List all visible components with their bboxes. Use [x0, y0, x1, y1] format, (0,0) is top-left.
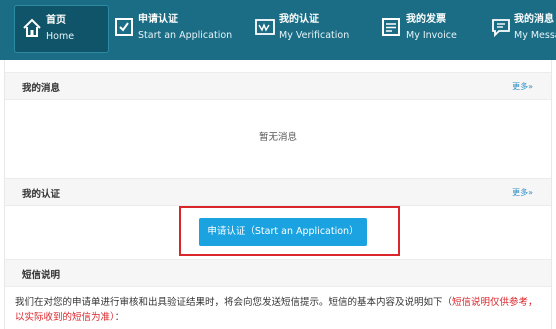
top-navigation: 首页 Home 申请认证 Start an Application 我的认证 M… — [0, 0, 556, 60]
nav-my-messages-sublabel: My Messa — [514, 30, 556, 41]
home-icon — [23, 18, 41, 37]
verification-section-header: 我的认证 更多» — [5, 178, 551, 206]
nav-home-label: 首页 — [46, 15, 66, 26]
nav-my-verification[interactable]: 我的认证 My Verification — [250, 5, 370, 53]
verification-section-title: 我的认证 — [22, 189, 61, 200]
nav-home-sublabel: Home — [46, 31, 75, 42]
sms-section-header: 短信说明 — [5, 259, 551, 287]
nav-home[interactable]: 首页 Home — [14, 5, 109, 53]
sms-section-title: 短信说明 — [22, 270, 61, 281]
nav-my-messages[interactable]: 我的消息 My Messa — [488, 5, 556, 53]
sms-description: 我们在对您的申请单进行审核和出具验证结果时，将会向您发送短信提示。短信的基本内容… — [15, 295, 545, 325]
messages-section-header: 我的消息 更多» — [5, 72, 551, 100]
messages-empty-state: 暂无消息 — [258, 132, 297, 143]
nav-my-invoice[interactable]: 我的发票 My Invoice — [378, 5, 478, 53]
nav-my-invoice-sublabel: My Invoice — [406, 30, 457, 41]
messages-more-link[interactable]: 更多» — [512, 81, 533, 92]
verification-more-link[interactable]: 更多» — [512, 187, 533, 198]
nav-my-verification-label: 我的认证 — [279, 14, 319, 25]
nav-my-verification-sublabel: My Verification — [279, 30, 350, 41]
sms-tail-text: ： — [114, 312, 125, 323]
checkbox-icon — [115, 18, 133, 36]
invoice-icon — [382, 18, 400, 36]
nav-my-invoice-label: 我的发票 — [406, 14, 446, 25]
start-application-button[interactable]: 申请认证（Start an Application） — [199, 218, 367, 246]
nav-start-application[interactable]: 申请认证 Start an Application — [108, 5, 238, 53]
nav-my-messages-label: 我的消息 — [514, 14, 554, 25]
content-border — [551, 60, 552, 329]
certificate-icon — [255, 19, 275, 35]
message-icon — [492, 19, 510, 38]
nav-start-application-sublabel: Start an Application — [138, 30, 233, 41]
sms-body-text: 我们在对您的申请单进行审核和出具验证结果时，将会向您发送短信提示。短信的基本内容… — [15, 297, 453, 308]
nav-start-application-label: 申请认证 — [138, 14, 178, 25]
messages-section-title: 我的消息 — [22, 83, 61, 94]
